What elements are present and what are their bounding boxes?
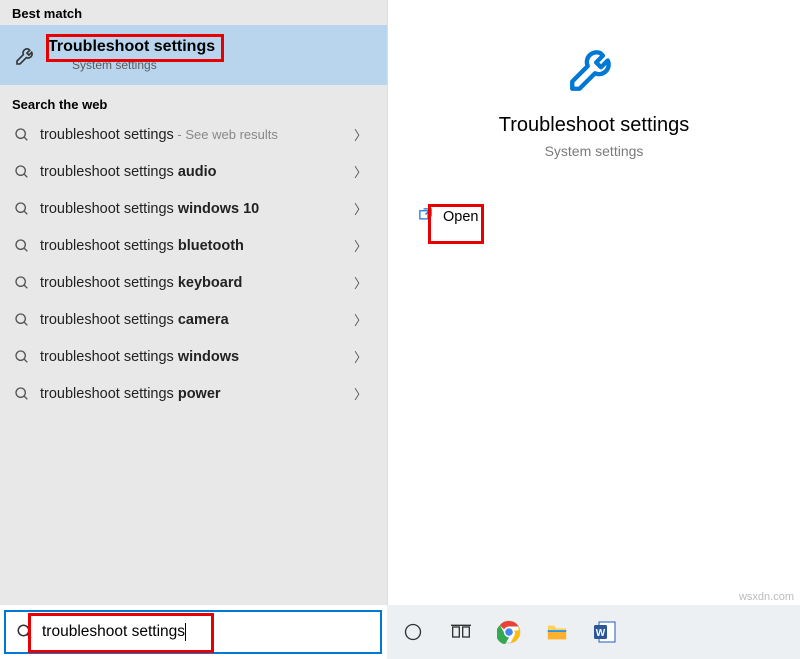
search-icon: [14, 386, 30, 402]
search-icon: [14, 164, 30, 180]
suggestion-text: troubleshoot settings keyboard: [40, 275, 354, 291]
best-match-subtitle: System settings: [72, 58, 215, 72]
search-input[interactable]: troubleshoot settings: [42, 623, 186, 641]
chevron-right-icon: 〉: [354, 162, 373, 181]
web-suggestions-list: troubleshoot settings - See web results〉…: [0, 116, 387, 412]
chevron-right-icon: 〉: [354, 199, 373, 218]
preview-subtitle: System settings: [545, 143, 644, 159]
chevron-right-icon: 〉: [354, 384, 373, 403]
watermark: wsxdn.com: [739, 591, 794, 603]
best-match-item[interactable]: Troubleshoot settings System settings: [0, 25, 387, 85]
search-icon: [14, 312, 30, 328]
chevron-right-icon: 〉: [354, 273, 373, 292]
bottom-bar: troubleshoot settings W: [0, 605, 800, 659]
suggestion-text: troubleshoot settings - See web results: [40, 127, 354, 143]
web-suggestion-item[interactable]: troubleshoot settings bluetooth〉: [0, 227, 387, 264]
search-icon: [14, 238, 30, 254]
word-icon[interactable]: W: [591, 618, 619, 646]
wrench-icon: [14, 43, 38, 67]
search-icon: [14, 275, 30, 291]
web-suggestion-item[interactable]: troubleshoot settings - See web results〉: [0, 116, 387, 153]
web-suggestion-item[interactable]: troubleshoot settings camera〉: [0, 301, 387, 338]
search-box[interactable]: troubleshoot settings: [4, 610, 382, 654]
best-match-title: Troubleshoot settings: [48, 38, 215, 56]
web-suggestion-item[interactable]: troubleshoot settings keyboard〉: [0, 264, 387, 301]
search-icon: [14, 127, 30, 143]
web-suggestion-item[interactable]: troubleshoot settings power〉: [0, 375, 387, 412]
chevron-right-icon: 〉: [354, 347, 373, 366]
search-icon: [16, 623, 34, 641]
search-icon: [14, 349, 30, 365]
suggestion-text: troubleshoot settings windows 10: [40, 201, 354, 217]
open-button[interactable]: Open: [418, 207, 478, 226]
web-suggestion-item[interactable]: troubleshoot settings windows 10〉: [0, 190, 387, 227]
suggestion-text: troubleshoot settings bluetooth: [40, 238, 354, 254]
web-suggestion-item[interactable]: troubleshoot settings windows〉: [0, 338, 387, 375]
cortana-icon[interactable]: [399, 618, 427, 646]
open-icon: [418, 207, 433, 226]
chrome-icon[interactable]: [495, 618, 523, 646]
file-explorer-icon[interactable]: [543, 618, 571, 646]
taskbar: W: [387, 605, 800, 659]
svg-text:W: W: [596, 628, 606, 639]
search-results-panel: Best match Troubleshoot settings System …: [0, 0, 387, 605]
suggestion-text: troubleshoot settings camera: [40, 312, 354, 328]
web-suggestion-item[interactable]: troubleshoot settings audio〉: [0, 153, 387, 190]
wrench-icon: [565, 38, 623, 96]
suggestion-text: troubleshoot settings audio: [40, 164, 354, 180]
chevron-right-icon: 〉: [354, 236, 373, 255]
search-web-header: Search the web: [0, 91, 387, 116]
suggestion-text: troubleshoot settings power: [40, 386, 354, 402]
suggestion-text: troubleshoot settings windows: [40, 349, 354, 365]
task-view-icon[interactable]: [447, 618, 475, 646]
chevron-right-icon: 〉: [354, 125, 373, 144]
chevron-right-icon: 〉: [354, 310, 373, 329]
preview-panel: Troubleshoot settings System settings Op…: [387, 0, 800, 605]
search-icon: [14, 201, 30, 217]
best-match-header: Best match: [0, 0, 387, 25]
preview-title: Troubleshoot settings: [499, 114, 689, 137]
open-label: Open: [443, 209, 478, 225]
